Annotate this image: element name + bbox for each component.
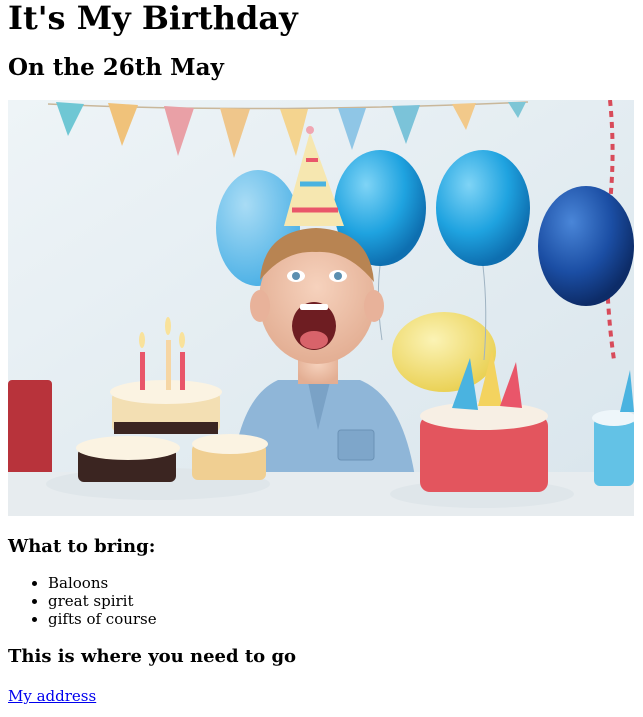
list-item: Baloons — [48, 574, 635, 592]
address-link[interactable]: My address — [8, 687, 96, 705]
page-subtitle: On the 26th May — [8, 54, 224, 81]
page: It's My Birthday On the 26th May What to… — [0, 0, 643, 705]
list-item: great spirit — [48, 592, 635, 610]
directions-heading: This is where you need to go — [8, 646, 297, 667]
list-item: gifts of course — [48, 610, 635, 628]
party-photo-icon — [8, 100, 634, 516]
page-title: It's My Birthday — [8, 0, 298, 37]
bring-list: Baloons great spirit gifts of course — [8, 574, 635, 628]
what-to-bring-heading: What to bring: — [8, 536, 156, 557]
